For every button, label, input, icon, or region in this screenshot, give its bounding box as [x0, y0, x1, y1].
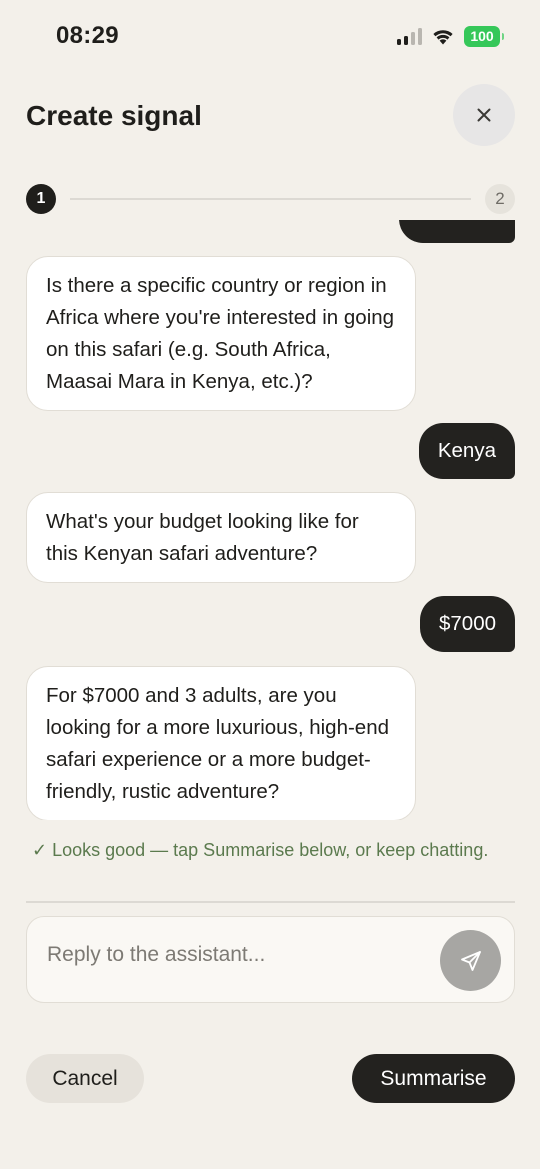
step-2-indicator: 2: [485, 184, 515, 214]
page-title: Create signal: [26, 100, 202, 131]
reply-input[interactable]: [45, 937, 429, 973]
send-icon: [460, 950, 481, 971]
assistant-message: What's your budget looking like for this…: [26, 492, 416, 583]
step-1-indicator: 1: [26, 184, 56, 214]
cellular-signal-icon: [397, 27, 422, 45]
send-button[interactable]: [440, 930, 501, 991]
reply-composer: [26, 916, 515, 1003]
wifi-icon: [433, 30, 453, 45]
status-hint: ✓ Looks good — tap Summarise below, or k…: [32, 840, 489, 860]
battery-level: 100: [464, 25, 500, 47]
assistant-message: Is there a specific country or region in…: [26, 256, 416, 411]
cancel-button[interactable]: Cancel: [26, 1054, 144, 1103]
assistant-message: For $7000 and 3 adults, are you looking …: [26, 666, 416, 820]
battery-icon: 100: [464, 25, 504, 47]
chat-transcript[interactable]: 3 adults Is there a specific country or …: [0, 220, 540, 820]
close-button[interactable]: [453, 84, 515, 146]
user-message: Kenya: [418, 423, 515, 479]
user-message: $7000: [419, 596, 515, 652]
step-progress-line: [70, 198, 471, 200]
status-icons: 100: [397, 24, 504, 48]
status-time: 08:29: [56, 22, 119, 49]
header: Create signal: [26, 84, 515, 146]
stepper: 1 2: [26, 184, 515, 214]
divider: [26, 901, 515, 903]
close-icon: [477, 108, 491, 122]
summarise-button[interactable]: Summarise: [352, 1054, 515, 1103]
user-message: 3 adults: [399, 220, 515, 243]
status-bar: 08:29 100: [0, 0, 540, 72]
